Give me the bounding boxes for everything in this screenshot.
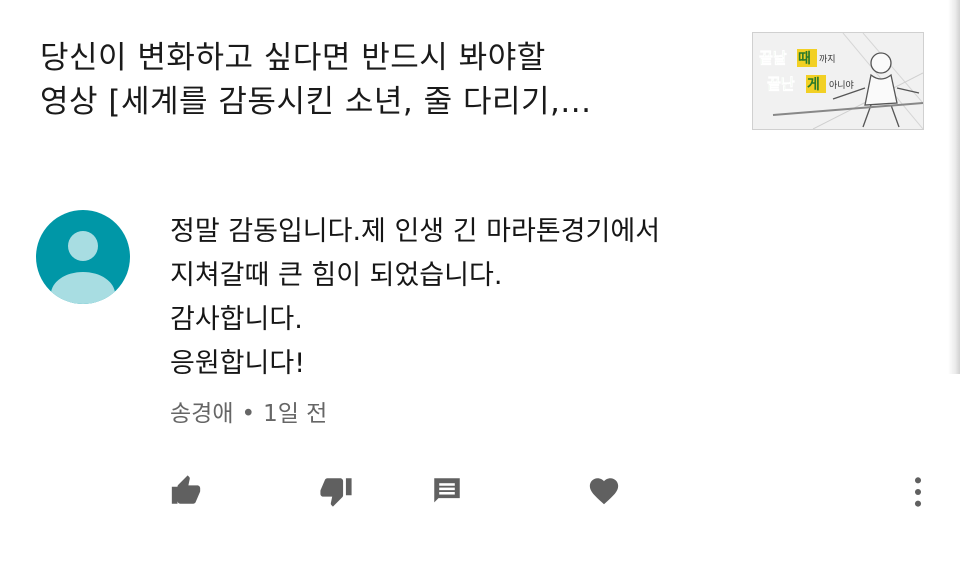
scroll-edge-shadow <box>948 0 960 374</box>
comment-line-3: 감사합니다. <box>170 304 303 335</box>
more-vert-icon <box>914 477 922 507</box>
heart-icon <box>589 478 619 505</box>
comment-meta: 송경애 • 1일 전 <box>170 394 327 428</box>
comment-line-4: 응원합니다! <box>170 348 306 379</box>
avatar[interactable] <box>36 210 130 304</box>
more-options-button[interactable] <box>904 474 932 510</box>
comment-line-1: 정말 감동입니다.제 인생 긴 마라톤경기에서 <box>170 216 661 247</box>
thumbs-down-icon <box>320 478 352 507</box>
thumbnail-text-2b: 게 <box>807 77 820 93</box>
video-title-line-2: 영상 [세계를 감동시킨 소년, 줄 다리기,... <box>40 84 592 120</box>
meta-separator: • <box>241 401 256 427</box>
dislike-button[interactable] <box>318 474 354 508</box>
thumbnail-text-1a: 끝날 <box>759 49 787 67</box>
comment-line-2: 지쳐갈때 큰 힘이 되었습니다. <box>170 260 503 291</box>
default-avatar-icon <box>51 231 115 304</box>
comment-author[interactable]: 송경애 <box>170 394 233 428</box>
video-title[interactable]: 당신이 변화하고 싶다면 반드시 봐야할 영상 [세계를 감동시킨 소년, 줄 … <box>40 36 700 124</box>
comment-time: 1일 전 <box>263 401 328 427</box>
comment-actions <box>0 466 960 516</box>
thumbnail-text-1c: 까지 <box>819 54 836 65</box>
video-title-line-1: 당신이 변화하고 싶다면 반드시 봐야할 <box>40 40 546 76</box>
reply-icon <box>434 478 460 503</box>
heart-button[interactable] <box>586 474 622 508</box>
thumbnail-text-1b: 때 <box>798 51 811 67</box>
thumbnail-text-2c: 아니야 <box>829 80 854 91</box>
video-thumbnail[interactable]: 끝날 때 까지 끝난 게 아니야 <box>752 32 924 130</box>
thumbnail-text-2a: 끝난 <box>767 75 795 93</box>
thumbs-up-icon <box>171 475 201 504</box>
like-button[interactable] <box>168 474 204 508</box>
comment-text: 정말 감동입니다.제 인생 긴 마라톤경기에서 지쳐갈때 큰 힘이 되었습니다.… <box>170 210 660 386</box>
reply-button[interactable] <box>430 474 464 508</box>
